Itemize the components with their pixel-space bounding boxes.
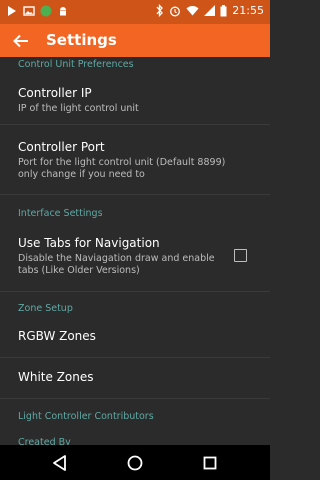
divider [0, 291, 270, 292]
use-tabs-title: Use Tabs for Navigation [18, 236, 160, 250]
use-tabs-checkbox[interactable] [234, 249, 247, 262]
use-tabs-summary: Disable the Naviagation draw and enable … [18, 253, 215, 276]
controller-ip-title: Controller IP [18, 86, 92, 100]
category-contributors: Light Controller Contributors [18, 411, 154, 422]
clock-time: 21:55 [232, 4, 264, 17]
rgbw-zones-title: RGBW Zones [18, 329, 96, 343]
nav-back-icon[interactable] [50, 453, 70, 473]
wifi-icon [186, 6, 199, 16]
app-bar: Settings [0, 24, 270, 57]
category-created-by: Created By [18, 437, 71, 445]
circle-app-icon [40, 5, 52, 17]
controller-port-summary: Port for the light control unit (Default… [18, 157, 226, 180]
divider [0, 194, 270, 195]
navigation-bar [0, 445, 270, 480]
android-icon [60, 7, 66, 16]
white-zones-setting[interactable]: White Zones [0, 358, 270, 396]
alarm-icon [170, 6, 181, 16]
category-interface: Interface Settings [18, 208, 103, 219]
controller-port-title: Controller Port [18, 140, 105, 154]
bluetooth-icon [156, 4, 164, 17]
nav-home-icon[interactable] [125, 453, 145, 473]
use-tabs-setting[interactable]: Use Tabs for Navigation Disable the Navi… [0, 223, 270, 289]
rgbw-zones-setting[interactable]: RGBW Zones [0, 319, 270, 355]
play-store-icon [8, 6, 16, 16]
battery-icon [220, 4, 227, 16]
settings-list[interactable]: Control Unit Preferences Controller IP I… [0, 57, 270, 445]
back-arrow-icon[interactable] [10, 30, 32, 52]
status-bar: 21:55 [0, 0, 270, 24]
controller-ip-setting[interactable]: Controller IP IP of the light control un… [0, 77, 270, 123]
nav-recents-icon[interactable] [200, 453, 220, 473]
white-zones-title: White Zones [18, 370, 94, 384]
image-icon [23, 6, 35, 16]
category-zone-setup: Zone Setup [18, 303, 73, 314]
controller-ip-summary: IP of the light control unit [18, 103, 139, 114]
signal-icon [204, 5, 216, 16]
page-title: Settings [46, 31, 117, 49]
category-control-unit: Control Unit Preferences [18, 59, 134, 70]
divider [0, 398, 270, 399]
controller-port-setting[interactable]: Controller Port Port for the light contr… [0, 125, 270, 187]
